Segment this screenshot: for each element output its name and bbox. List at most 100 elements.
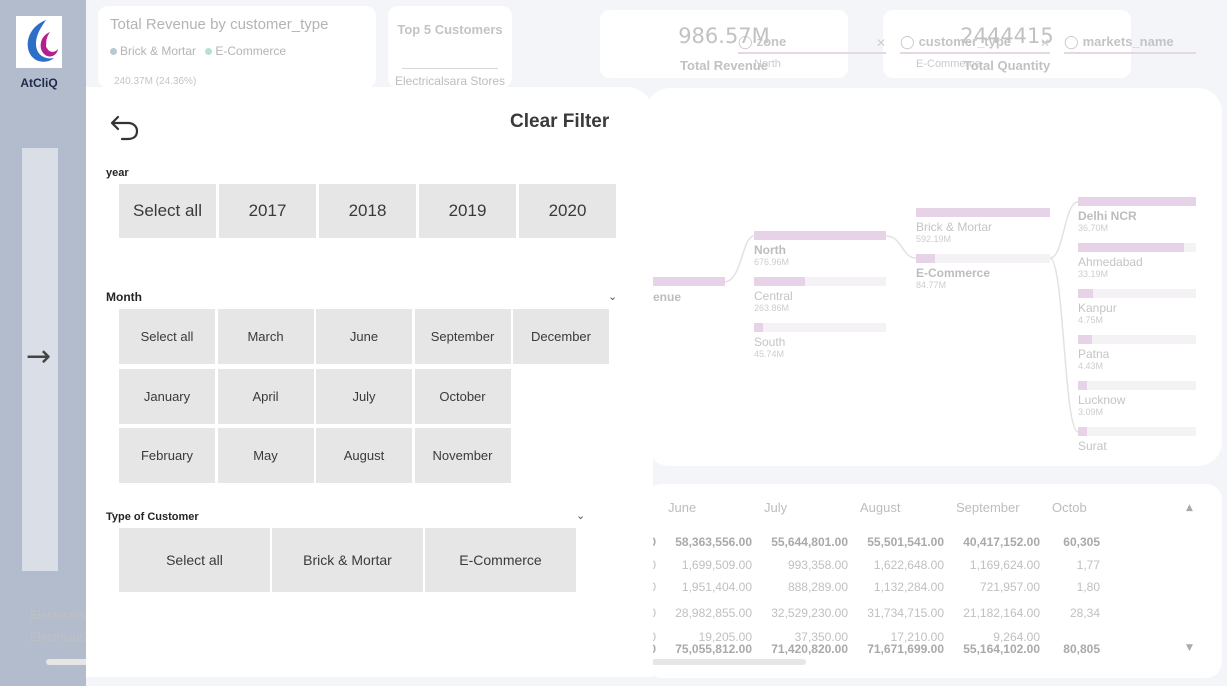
matrix-column-header[interactable]: Octob	[1046, 497, 1106, 519]
close-icon[interactable]: ✕	[876, 36, 886, 50]
tree-node-name: Surat	[1078, 439, 1107, 453]
matrix-cell: 1,169,624.00	[969, 558, 1040, 572]
tree-node-value: 3.09M	[1078, 407, 1104, 417]
year-option[interactable]: 2017	[219, 184, 316, 238]
tree-node-bar-fill	[1078, 243, 1185, 252]
tree-node[interactable]: Patna 4.43M	[1078, 335, 1196, 371]
matrix-cell: 1,951,404.00	[681, 580, 752, 594]
month-option[interactable]: June	[316, 309, 412, 364]
scroll-up-icon[interactable]: ▲	[1186, 503, 1193, 513]
year-slicer-label: year	[106, 167, 129, 179]
tree-node-bar	[754, 323, 886, 332]
tree-node-value: 263.86M	[754, 303, 790, 313]
month-option[interactable]: November	[414, 428, 511, 483]
lightbulb-icon: ◯	[1064, 34, 1079, 49]
matrix-cell: 21,182,164.00	[963, 606, 1040, 620]
month-option[interactable]: July	[316, 368, 412, 424]
tree-node[interactable]: E-Commerce 84.77M	[916, 254, 1050, 290]
tree-node[interactable]: Surat	[1078, 427, 1196, 453]
matrix-cell: 55,501,541.00	[867, 535, 944, 549]
year-option[interactable]: 2020	[519, 184, 616, 238]
tree-node-bar	[754, 231, 886, 240]
tree-root-node[interactable]: enue	[653, 277, 725, 304]
tree-node-value: 4.43M	[1078, 361, 1104, 371]
tree-node-bar	[1078, 289, 1196, 298]
month-option[interactable]: January	[119, 368, 215, 424]
tree-node[interactable]: North 676.96M	[754, 231, 886, 267]
lightbulb-icon: ◯	[900, 34, 915, 49]
tree-node-name: Patna	[1078, 347, 1110, 361]
matrix-cell: 1,132,284.00	[873, 580, 944, 594]
chevron-down-icon[interactable]: ⌄	[608, 290, 617, 303]
lightbulb-icon: ◯	[738, 34, 753, 49]
tree-node-bar-fill	[754, 231, 886, 240]
matrix-column-header[interactable]: September	[950, 497, 1046, 519]
tree-node-bar-fill	[754, 323, 764, 332]
year-option[interactable]: 2019	[419, 184, 516, 238]
matrix-total-cell: 55,164,102.00	[963, 642, 1040, 656]
tree-header-zone[interactable]: ◯ zone	[738, 34, 786, 50]
month-option[interactable]: December	[513, 309, 609, 364]
tree-node-name: E-Commerce	[916, 266, 991, 280]
tree-node[interactable]: Lucknow 3.09M	[1078, 381, 1196, 417]
month-option[interactable]: April	[217, 368, 314, 424]
matrix-column-header[interactable]: August	[854, 497, 950, 519]
tree-node-bar-fill	[754, 277, 806, 286]
month-option[interactable]: March	[217, 309, 314, 364]
tree-node-bar-fill	[1078, 289, 1094, 298]
matrix-column-header[interactable]: June	[662, 497, 758, 519]
tree-node-value: 33.19M	[1078, 269, 1109, 279]
matrix-cell: 1,77	[1076, 558, 1100, 572]
tree-node-value: 45.74M	[754, 349, 785, 359]
tree-header-line	[900, 52, 1050, 54]
tree-node-bar-fill	[1078, 381, 1088, 390]
month-option[interactable]: Select all	[119, 309, 215, 364]
tree-header-line	[1064, 52, 1196, 54]
tree-node[interactable]: Brick & Mortar 592.19M	[916, 208, 1050, 244]
tree-node-bar-fill	[1078, 197, 1196, 206]
year-option[interactable]: Select all	[119, 184, 216, 238]
tree-node[interactable]: South 45.74M	[754, 323, 886, 359]
month-option[interactable]: May	[217, 428, 314, 483]
month-option[interactable]: August	[316, 428, 412, 483]
matrix-cell: 993,358.00	[787, 558, 848, 572]
tree-node-bar	[1078, 243, 1196, 252]
tree-node[interactable]: Central 263.86M	[754, 277, 886, 313]
tree-node-bar	[1078, 197, 1196, 206]
month-option[interactable]: February	[119, 428, 215, 483]
scroll-down-icon[interactable]: ▼	[1186, 643, 1193, 653]
tree-node[interactable]: Kanpur 4.75M	[1078, 289, 1196, 325]
customer-type-option[interactable]: Brick & Mortar	[272, 528, 423, 592]
tree-node-value: 36.70M	[1078, 223, 1109, 233]
tree-node-name: Kanpur	[1078, 301, 1117, 315]
tree-node-value: 592.19M	[916, 234, 952, 244]
tree-node[interactable]: Delhi NCR 36.70M	[1078, 197, 1196, 233]
tree-node-bar-fill	[916, 208, 1050, 217]
customer-type-slicer-label: Type of Customer	[106, 511, 199, 523]
tree-node[interactable]: Ahmedabad 33.19M	[1078, 243, 1196, 279]
tree-node-bar-fill	[916, 254, 935, 263]
tree-node-value: 676.96M	[754, 257, 790, 267]
matrix-cell: 28,34	[1069, 606, 1100, 620]
clear-filter-button[interactable]: Clear Filter	[510, 111, 609, 133]
month-option[interactable]: October	[414, 368, 511, 424]
tree-header-customer-type[interactable]: ◯ customer_type	[900, 34, 1011, 50]
customer-type-option[interactable]: Select all	[119, 528, 270, 592]
matrix-column-header[interactable]: July	[758, 497, 854, 519]
back-arrow-icon[interactable]	[108, 109, 142, 143]
tree-node-bar	[1078, 381, 1196, 390]
tree-node-bar-fill	[1078, 427, 1088, 436]
tree-node-bar	[1078, 427, 1196, 436]
close-icon[interactable]: ✕	[1040, 36, 1050, 50]
tree-header-markets-name[interactable]: ◯ markets_name	[1064, 34, 1174, 50]
matrix-cell: 40,417,152.00	[963, 535, 1040, 549]
customer-type-option[interactable]: E-Commerce	[425, 528, 576, 592]
matrix-cell: 55,644,801.00	[771, 535, 848, 549]
year-option[interactable]: 2018	[319, 184, 416, 238]
chevron-down-icon[interactable]: ⌄	[576, 509, 585, 522]
matrix-cell: 60,305	[1063, 535, 1100, 549]
tree-node-bar	[916, 208, 1050, 217]
tree-node-name: Central	[754, 289, 793, 303]
month-option[interactable]: September	[414, 309, 511, 364]
tree-header-type-value: E-Commerce	[916, 58, 981, 70]
